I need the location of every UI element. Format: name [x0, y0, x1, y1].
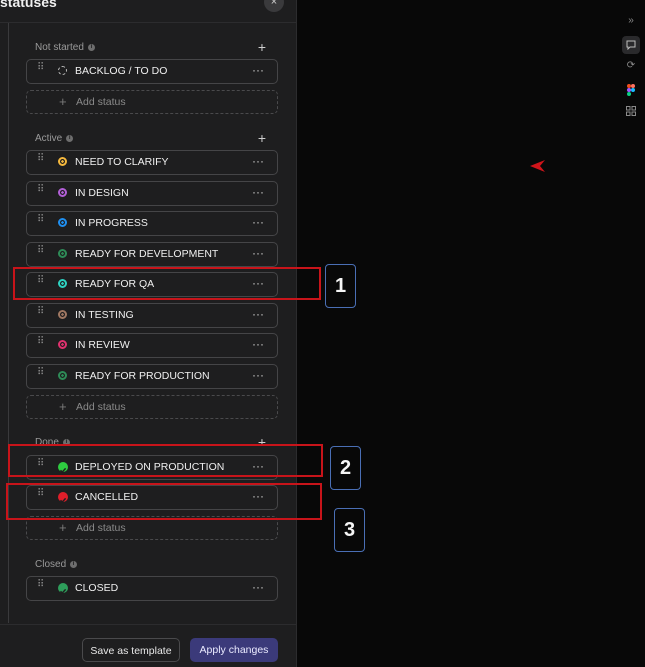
cursor-icon: [530, 160, 545, 172]
status-label: BACKLOG / TO DO: [75, 65, 168, 77]
status-row-in-testing[interactable]: ⠿ IN TESTING ···: [26, 303, 278, 328]
apps-icon[interactable]: [625, 106, 637, 118]
annotation-badge-2: 2: [330, 446, 361, 490]
status-dot-icon: [58, 218, 67, 227]
status-row-ready-for-development[interactable]: ⠿ READY FOR DEVELOPMENT ···: [26, 242, 278, 267]
statuses-panel: statuses × Not started i + ⠿ BACKLOG / T…: [0, 0, 297, 667]
drag-handle-icon[interactable]: ⠿: [37, 368, 45, 382]
status-row-ready-for-production[interactable]: ⠿ READY FOR PRODUCTION ···: [26, 364, 278, 389]
more-options-icon[interactable]: ···: [252, 580, 264, 594]
more-options-icon[interactable]: ···: [252, 154, 264, 168]
header-divider: [0, 22, 296, 23]
drag-handle-icon[interactable]: ⠿: [37, 154, 45, 168]
status-row-closed[interactable]: ⠿ CLOSED ···: [26, 576, 278, 601]
status-label: IN PROGRESS: [75, 217, 148, 229]
status-label: IN DESIGN: [75, 187, 129, 199]
annotation-badge-1: 1: [325, 264, 356, 308]
drag-handle-icon[interactable]: ⠿: [37, 337, 45, 351]
highlight-box-ready-for-qa: [13, 267, 321, 300]
drag-handle-icon[interactable]: ⠿: [37, 185, 45, 199]
check-icon: [58, 583, 68, 595]
status-label: CLOSED: [75, 582, 119, 594]
add-status-label: Add status: [76, 96, 126, 108]
save-as-template-button[interactable]: Save as template: [82, 638, 180, 662]
status-label: IN TESTING: [75, 309, 134, 321]
status-row-in-review[interactable]: ⠿ IN REVIEW ···: [26, 333, 278, 358]
add-status-label: Add status: [76, 522, 126, 534]
add-status-label: Add status: [76, 401, 126, 413]
info-icon[interactable]: i: [66, 135, 74, 142]
status-row-in-progress[interactable]: ⠿ IN PROGRESS ···: [26, 211, 278, 236]
status-dot-icon: [58, 340, 67, 349]
add-status-plus-not-started[interactable]: +: [256, 40, 268, 54]
add-status-not-started[interactable]: + Add status: [26, 90, 278, 114]
group-label-text: Active: [35, 133, 63, 144]
plus-icon: +: [59, 520, 67, 535]
panel-title: statuses: [0, 0, 57, 10]
more-options-icon[interactable]: ···: [252, 368, 264, 382]
more-options-icon[interactable]: ···: [252, 307, 264, 321]
status-row-backlog[interactable]: ⠿ BACKLOG / TO DO ···: [26, 59, 278, 84]
drag-handle-icon[interactable]: ⠿: [37, 215, 45, 229]
chat-icon[interactable]: [622, 36, 640, 54]
group-label-active: Active i: [35, 133, 74, 144]
footer-divider: [0, 624, 296, 625]
highlight-box-deployed: [8, 444, 323, 477]
group-label-not-started: Not started i: [35, 42, 95, 53]
more-options-icon[interactable]: ···: [252, 215, 264, 229]
plus-icon: +: [59, 399, 67, 414]
drag-handle-icon[interactable]: ⠿: [37, 63, 45, 77]
more-options-icon[interactable]: ···: [252, 246, 264, 260]
drag-handle-icon[interactable]: ⠿: [37, 307, 45, 321]
figma-icon[interactable]: [625, 84, 637, 96]
close-button[interactable]: ×: [264, 0, 284, 12]
status-dot-icon: [58, 371, 67, 380]
status-row-need-to-clarify[interactable]: ⠿ NEED TO CLARIFY ···: [26, 150, 278, 175]
add-status-plus-active[interactable]: +: [256, 131, 268, 145]
apply-changes-button[interactable]: Apply changes: [190, 638, 278, 662]
status-label: IN REVIEW: [75, 339, 130, 351]
more-options-icon[interactable]: ···: [252, 185, 264, 199]
annotation-badge-3: 3: [334, 508, 365, 552]
info-icon[interactable]: i: [70, 561, 78, 568]
add-status-active[interactable]: + Add status: [26, 395, 278, 419]
group-label-text: Not started: [35, 42, 84, 53]
more-options-icon[interactable]: ···: [252, 63, 264, 77]
drag-handle-icon[interactable]: ⠿: [37, 580, 45, 594]
drag-handle-icon[interactable]: ⠿: [37, 246, 45, 260]
link-icon[interactable]: ⟳: [625, 60, 637, 72]
more-options-icon[interactable]: ···: [252, 337, 264, 351]
highlight-box-cancelled: [6, 483, 322, 520]
info-icon[interactable]: i: [87, 44, 95, 51]
status-label: NEED TO CLARIFY: [75, 156, 169, 168]
group-label-closed: Closed i: [35, 559, 78, 570]
status-dot-icon: [58, 249, 67, 258]
status-dot-icon: [58, 188, 67, 197]
status-dot-icon: [58, 66, 67, 75]
expand-icon[interactable]: »: [625, 15, 637, 27]
status-row-in-design[interactable]: ⠿ IN DESIGN ···: [26, 181, 278, 206]
group-label-text: Closed: [35, 559, 67, 570]
panel-guide-line: [8, 23, 9, 623]
status-dot-icon: [58, 157, 67, 166]
right-rail: » ⟳: [620, 0, 645, 120]
status-label: READY FOR PRODUCTION: [75, 370, 210, 382]
status-label: READY FOR DEVELOPMENT: [75, 248, 219, 260]
status-dot-icon: [58, 310, 67, 319]
plus-icon: +: [59, 94, 67, 109]
